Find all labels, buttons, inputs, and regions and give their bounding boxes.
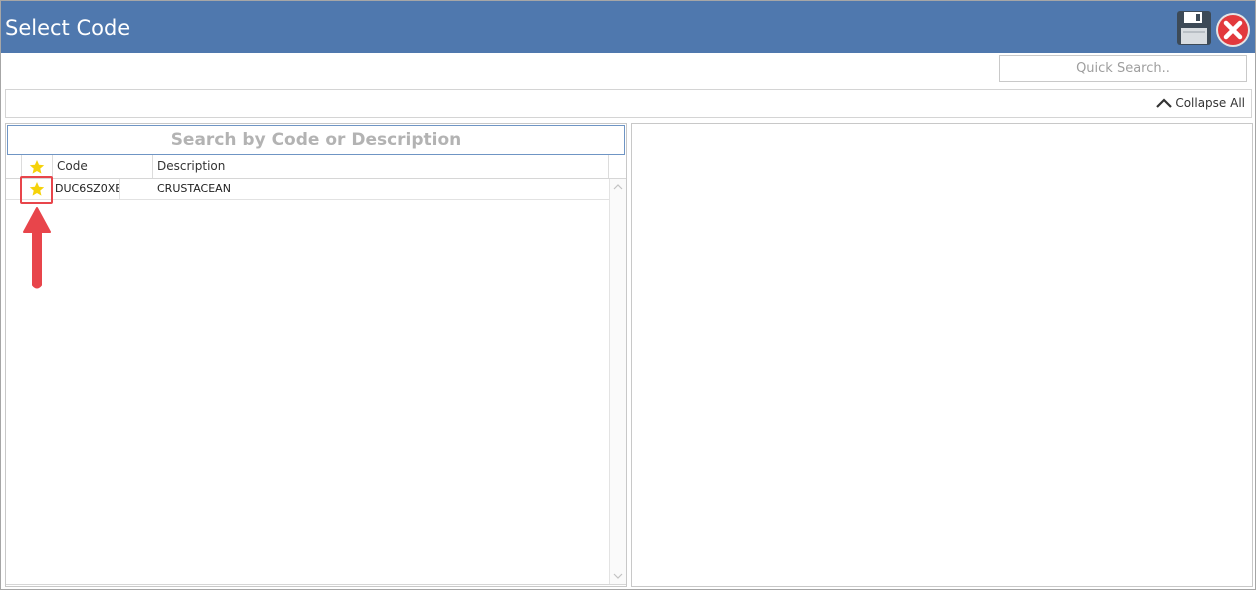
code-cell[interactable]: DUC6SZ0XEI: [53, 179, 120, 199]
chevron-up-icon: [1156, 98, 1173, 108]
close-icon: [1216, 13, 1250, 47]
title-bar: Select Code: [1, 1, 1255, 53]
description-cell[interactable]: CRUSTACEAN: [153, 179, 609, 199]
collapse-bar: Collapse All: [5, 89, 1252, 118]
scroll-up-icon[interactable]: [613, 183, 623, 191]
detail-panel: [631, 123, 1253, 587]
header-code-column[interactable]: Code: [53, 155, 153, 178]
quick-search-input[interactable]: [999, 55, 1247, 82]
grid-footer-divider: [6, 584, 626, 585]
floppy-disk-icon: [1177, 11, 1211, 45]
star-icon: [29, 159, 45, 174]
vertical-scrollbar[interactable]: [609, 179, 626, 584]
window-title: Select Code: [5, 16, 131, 40]
collapse-all-button[interactable]: Collapse All: [1155, 96, 1245, 110]
collapse-all-label: Collapse All: [1175, 96, 1245, 110]
scroll-down-icon[interactable]: [613, 572, 623, 580]
header-favorite-column[interactable]: [22, 155, 53, 178]
code-list-panel: Code Description DUC6SZ0XEI CRUSTACEAN: [5, 123, 627, 587]
table-row[interactable]: DUC6SZ0XEI CRUSTACEAN: [6, 179, 609, 200]
save-button[interactable]: [1176, 10, 1212, 46]
header-indicator-column: [6, 155, 22, 178]
select-code-window: Select Code Collapse All: [0, 0, 1256, 590]
annotation-arrow-icon: [23, 207, 51, 289]
header-description-column[interactable]: Description: [153, 155, 609, 178]
close-button[interactable]: [1215, 12, 1251, 48]
grid-header: Code Description: [6, 155, 626, 179]
code-search-input[interactable]: [7, 125, 625, 155]
annotation-highlight-box: [20, 176, 53, 204]
